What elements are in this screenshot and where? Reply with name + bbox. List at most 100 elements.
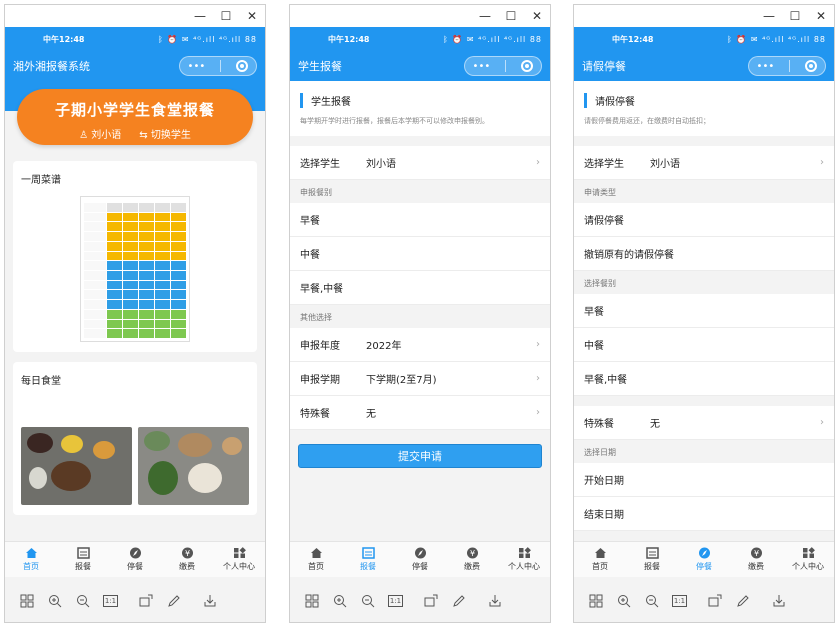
tab-order[interactable]: 报餐 [626,542,678,577]
weekly-menu-image[interactable] [80,196,190,342]
special-meal-row[interactable]: 特殊餐 无 › [574,406,834,440]
grid-view-icon[interactable] [304,593,320,609]
meal-option-both[interactable]: 早餐,中餐 [574,362,834,396]
zoom-in-icon[interactable] [616,593,632,609]
meal-option-lunch[interactable]: 中餐 [290,237,550,271]
select-student-label: 选择学生 [584,159,624,170]
edit-pen-icon[interactable] [166,593,182,609]
type-option-label: 请假停餐 [584,216,624,227]
special-meal-row[interactable]: 特殊餐 无 › [290,396,550,430]
actual-size-button[interactable]: 1:1 [672,594,687,607]
close-button[interactable]: ✕ [524,5,550,27]
tab-profile[interactable]: 个人中心 [782,542,834,577]
status-icons: ᛒ ⏰ ✉ ⁴ᴳ.ıll ⁴ᴳ.ıll 88 [158,34,257,44]
maximize-button[interactable]: ☐ [213,5,239,27]
tab-stop[interactable]: 停餐 [394,542,446,577]
tab-stop[interactable]: 停餐 [109,542,161,577]
zoom-out-icon[interactable] [644,593,660,609]
tab-home[interactable]: 首页 [290,542,342,577]
download-icon[interactable] [771,593,787,609]
header-title: 学生报餐 [311,97,351,108]
compass-icon [698,547,711,559]
close-miniapp-icon[interactable] [521,60,534,72]
chevron-right-icon: › [536,407,540,418]
grid-view-icon[interactable] [19,593,35,609]
nav-bar: 湘外湘报餐系统 ••• [5,51,265,81]
home-content: 子期小学学生食堂报餐 ♙ 刘小语 ⇆ 切换学生 一周菜谱 每日食堂 [5,81,265,541]
tab-stop-label: 停餐 [412,562,428,571]
special-meal-label: 特殊餐 [584,419,614,430]
grid-view-icon[interactable] [588,593,604,609]
tab-pay[interactable]: ¥ 缴费 [446,542,498,577]
select-student-value: 刘小语 [650,159,680,170]
tab-order[interactable]: 报餐 [57,542,109,577]
viewer-toolbar: 1:1 [574,577,834,622]
nav-bar: 学生报餐 ••• [290,51,550,81]
meal-option-breakfast[interactable]: 早餐 [574,294,834,328]
report-content: 学生报餐 每学期开学时进行报餐，报餐后本学期不可以修改申报餐别。 选择学生 刘小… [290,81,550,541]
hero-subline: ♙ 刘小语 ⇆ 切换学生 [17,126,253,141]
minimize-button[interactable]: — [187,5,213,27]
daily-canteen-card[interactable]: 每日食堂 [13,362,257,515]
zoom-out-icon[interactable] [360,593,376,609]
maximize-button[interactable]: ☐ [782,5,808,27]
leave-header: 请假停餐 请假停餐费用返还，在缴费时自动抵扣； [574,81,834,136]
more-menu-button[interactable]: ••• [757,61,775,72]
more-menu-button[interactable]: ••• [188,61,206,72]
edit-pen-icon[interactable] [451,593,467,609]
switch-student-button[interactable]: ⇆ 切换学生 [139,126,191,141]
tab-order[interactable]: 报餐 [342,542,394,577]
tab-pay[interactable]: ¥ 缴费 [161,542,213,577]
zoom-in-icon[interactable] [332,593,348,609]
close-button[interactable]: ✕ [808,5,834,27]
term-row[interactable]: 申报学期 下学期(2至7月) › [290,362,550,396]
meal-option-breakfast[interactable]: 早餐 [290,203,550,237]
zoom-out-icon[interactable] [75,593,91,609]
rotate-icon[interactable] [138,593,154,609]
capsule-divider [220,60,222,72]
tab-stop[interactable]: 停餐 [678,542,730,577]
tab-bar: 首页 报餐 停餐 ¥ 缴费 个人中心 [5,541,265,577]
download-icon[interactable] [202,593,218,609]
type-option-revoke[interactable]: 撤销原有的请假停餐 [574,237,834,271]
tab-home[interactable]: 首页 [5,542,57,577]
more-menu-button[interactable]: ••• [473,61,491,72]
close-button[interactable]: ✕ [239,5,265,27]
submit-button[interactable]: 提交申请 [298,444,542,468]
end-date-row[interactable]: 结束日期 [574,497,834,531]
meal-option-lunch[interactable]: 中餐 [574,328,834,362]
maximize-button[interactable]: ☐ [498,5,524,27]
select-student-row[interactable]: 选择学生 刘小语 › [574,146,834,180]
tab-stop-label: 停餐 [127,562,143,571]
minimize-button[interactable]: — [472,5,498,27]
special-meal-value: 无 [650,419,660,430]
canteen-photo-1[interactable] [21,427,132,505]
status-icons: ᛒ ⏰ ✉ ⁴ᴳ.ıll ⁴ᴳ.ıll 88 [443,34,542,44]
chevron-right-icon: › [536,339,540,350]
meal-option-both[interactable]: 早餐,中餐 [290,271,550,305]
rotate-icon[interactable] [707,593,723,609]
actual-size-button[interactable]: 1:1 [103,594,118,607]
close-miniapp-icon[interactable] [236,60,249,72]
minimize-button[interactable]: — [756,5,782,27]
rotate-icon[interactable] [423,593,439,609]
download-icon[interactable] [487,593,503,609]
grid-icon [518,547,531,559]
start-date-row[interactable]: 开始日期 [574,463,834,497]
zoom-in-icon[interactable] [47,593,63,609]
close-miniapp-icon[interactable] [805,60,818,72]
actual-size-button[interactable]: 1:1 [388,594,403,607]
type-option-leave[interactable]: 请假停餐 [574,203,834,237]
tab-home[interactable]: 首页 [574,542,626,577]
tab-profile[interactable]: 个人中心 [498,542,550,577]
tab-pay[interactable]: ¥ 缴费 [730,542,782,577]
tab-profile-label: 个人中心 [223,562,255,571]
leave-content: 请假停餐 请假停餐费用返还，在缴费时自动抵扣； 选择学生 刘小语 › 申请类型 … [574,81,834,541]
weekly-menu-card[interactable]: 一周菜谱 [13,161,257,352]
select-student-row[interactable]: 选择学生 刘小语 › [290,146,550,180]
canteen-photo-2[interactable] [138,427,249,505]
tab-profile[interactable]: 个人中心 [213,542,265,577]
year-row[interactable]: 申报年度 2022年 › [290,328,550,362]
grid-icon [802,547,815,559]
edit-pen-icon[interactable] [735,593,751,609]
